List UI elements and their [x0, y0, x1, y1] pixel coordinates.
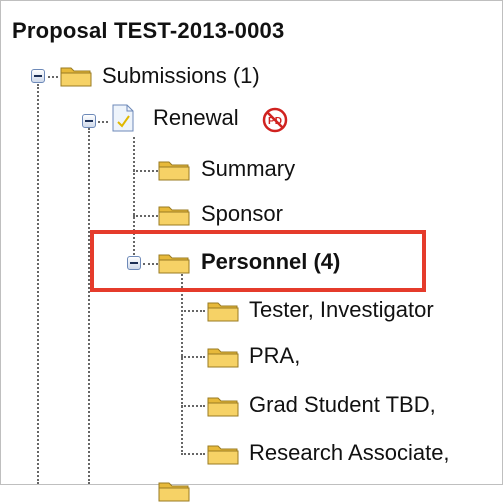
folder-icon [207, 445, 239, 465]
folder-icon [158, 161, 190, 181]
tree-connector [48, 76, 58, 78]
tree-connector [133, 215, 158, 217]
tree-item-label: Renewal [153, 105, 239, 130]
folder-icon [158, 482, 190, 502]
tree-connector [88, 128, 90, 484]
folder-icon [207, 302, 239, 322]
no-pd-icon: PD [262, 107, 288, 133]
proposal-title: Proposal TEST-2013-0003 [12, 18, 285, 43]
tree-item-label: Research Associate, [249, 440, 450, 465]
tree-connector [181, 271, 183, 455]
tree-connector [133, 170, 158, 172]
collapse-toggle[interactable] [82, 114, 96, 128]
tree-item-person[interactable]: PRA, [249, 340, 300, 372]
tree-item-label: Tester, Investigator [249, 297, 434, 322]
tree-connector [181, 405, 205, 407]
tree-item-person[interactable]: Research Associate, [249, 437, 450, 469]
tree-item-label: Sponsor [201, 201, 283, 226]
folder-icon [207, 348, 239, 368]
folder-icon [60, 67, 92, 87]
tree-item-label: Summary [201, 156, 296, 181]
tree-item-renewal[interactable]: Renewal [153, 102, 239, 134]
tree-item-label: PRA, [249, 343, 301, 368]
tree-item-summary[interactable]: Summary [201, 153, 295, 185]
tree-connector [181, 453, 205, 455]
tree-connector [37, 84, 39, 484]
tree-connector [181, 310, 205, 312]
document-icon [112, 104, 134, 132]
tree-item-label: Submissions (1) [102, 63, 260, 88]
tree-connector [98, 121, 108, 123]
tree-item-submissions[interactable]: Submissions (1) [102, 60, 260, 92]
tree-item-person[interactable]: Tester, Investigator [249, 294, 434, 326]
highlight-box [90, 230, 426, 292]
tree-item-sponsor[interactable]: Sponsor [201, 198, 283, 230]
folder-icon [207, 397, 239, 417]
folder-icon [158, 206, 190, 226]
tree-item-person[interactable]: Grad Student TBD, [249, 389, 436, 421]
tree-connector [181, 356, 205, 358]
collapse-toggle[interactable] [31, 69, 45, 83]
tree-item-label: Grad Student TBD, [249, 392, 436, 417]
